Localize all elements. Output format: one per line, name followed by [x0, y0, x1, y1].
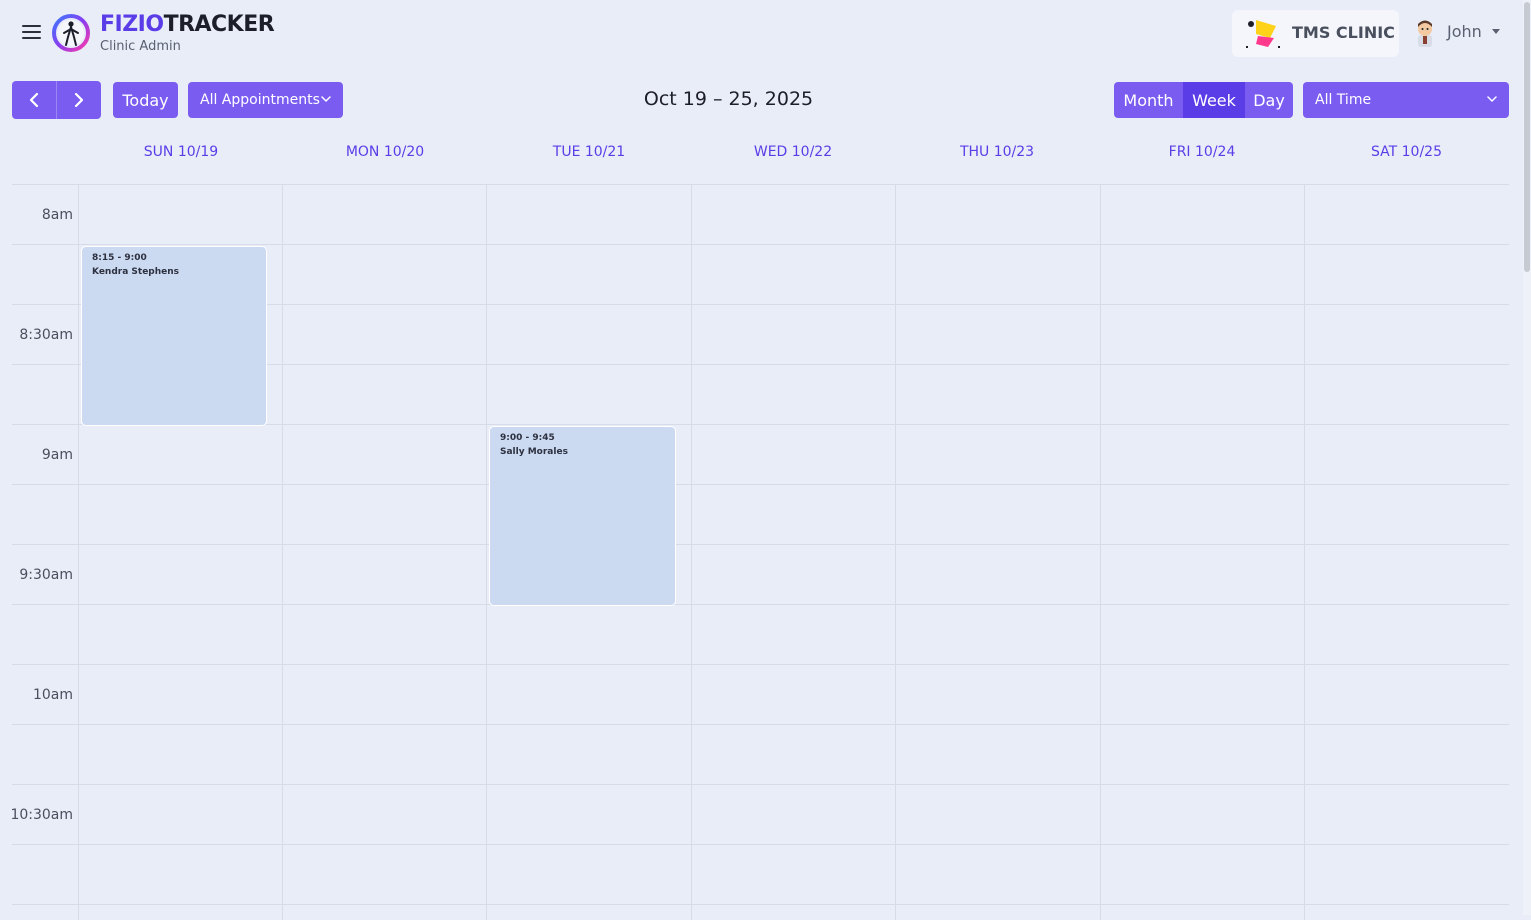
time-label: 9am [41, 447, 73, 463]
time-grid[interactable]: 8am 8:30am 9am 9:30am 10am 10:30am 8:15 … [10, 185, 1509, 920]
clinic-name: TMS CLINIC [1292, 23, 1395, 42]
slot-line [12, 844, 1509, 845]
slot-line [12, 664, 1509, 665]
brand-title: FIZIOTRACKER [100, 12, 275, 37]
view-switcher: Month Week Day [1114, 82, 1293, 118]
slot-line [12, 904, 1509, 905]
event-time: 9:00 - 9:45 [500, 433, 555, 443]
brand-part1: FIZIO [100, 12, 164, 37]
appointment-event[interactable]: 9:00 - 9:45 Sally Morales [489, 426, 676, 606]
clinic-logo [1246, 20, 1280, 48]
week-nav-group [12, 81, 101, 119]
day-separator [282, 185, 283, 920]
time-filter-label: All Time [1315, 92, 1372, 108]
day-header-tue[interactable]: TUE 10/21 [487, 144, 691, 160]
view-day-button[interactable]: Day [1245, 82, 1293, 118]
day-header-mon[interactable]: MON 10/20 [283, 144, 487, 160]
day-separator [691, 185, 692, 920]
scrollbar-thumb[interactable] [1524, 2, 1530, 272]
prev-week-button[interactable] [12, 81, 56, 119]
day-header-thu[interactable]: THU 10/23 [895, 144, 1099, 160]
day-separator [895, 185, 896, 920]
day-separator [78, 185, 79, 920]
day-header-sat[interactable]: SAT 10/25 [1304, 144, 1509, 160]
chevron-down-icon [1487, 96, 1497, 102]
time-label: 8am [41, 207, 73, 223]
appointment-event[interactable]: 8:15 - 9:00 Kendra Stephens [81, 246, 267, 426]
day-header-wed[interactable]: WED 10/22 [691, 144, 895, 160]
event-patient-name: Kendra Stephens [92, 267, 180, 277]
appointment-filter-select[interactable]: All Appointments [188, 82, 343, 118]
appointment-filter-label: All Appointments [200, 92, 320, 108]
chevron-left-icon [29, 92, 39, 108]
user-name[interactable]: John [1447, 22, 1482, 41]
slot-line [12, 244, 1509, 245]
day-separator [1304, 185, 1305, 920]
time-label: 8:30am [19, 327, 73, 343]
time-label: 10:30am [10, 807, 73, 823]
slot-line [12, 784, 1509, 785]
day-header-fri[interactable]: FRI 10/24 [1100, 144, 1304, 160]
day-separator [1100, 185, 1101, 920]
brand-subtitle: Clinic Admin [100, 39, 181, 54]
slot-line [12, 604, 1509, 605]
brand-part2: TRACKER [163, 12, 275, 37]
chevron-right-icon [74, 92, 84, 108]
time-label: 9:30am [19, 567, 73, 583]
time-filter-select[interactable]: All Time [1303, 82, 1509, 118]
next-week-button[interactable] [56, 81, 101, 119]
date-range-title: Oct 19 – 25, 2025 [643, 88, 814, 110]
caret-down-icon[interactable] [1492, 29, 1500, 34]
day-header-row: SUN 10/19 MON 10/20 TUE 10/21 WED 10/22 … [12, 130, 1509, 185]
slot-line [12, 724, 1509, 725]
user-avatar[interactable] [1410, 17, 1440, 47]
day-header-sun[interactable]: SUN 10/19 [79, 144, 283, 160]
day-separator [486, 185, 487, 920]
slot-line [12, 484, 1509, 485]
view-week-button[interactable]: Week [1183, 82, 1245, 118]
event-time: 8:15 - 9:00 [92, 253, 147, 263]
time-label: 10am [32, 687, 73, 703]
fiziotracker-logo [52, 14, 90, 52]
page-scrollbar[interactable] [1523, 0, 1531, 915]
clinic-badge[interactable]: TMS CLINIC [1232, 10, 1399, 57]
chevron-down-icon [321, 96, 331, 102]
event-patient-name: Sally Morales [500, 447, 568, 457]
slot-line [12, 544, 1509, 545]
menu-icon[interactable] [22, 25, 41, 39]
week-calendar: SUN 10/19 MON 10/20 TUE 10/21 WED 10/22 … [10, 130, 1509, 920]
view-month-button[interactable]: Month [1114, 82, 1183, 118]
today-button[interactable]: Today [113, 82, 178, 118]
